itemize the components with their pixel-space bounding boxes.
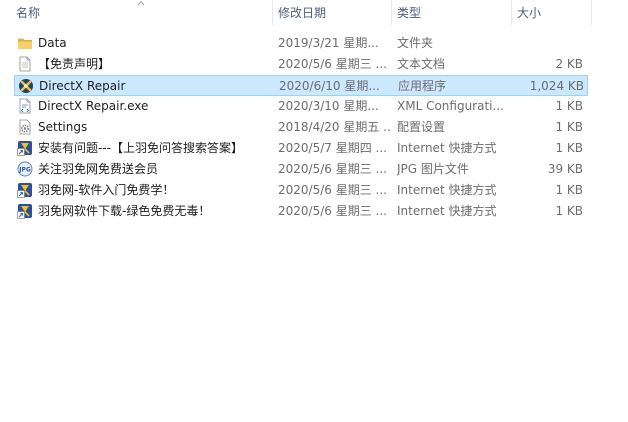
file-row[interactable]: DirectX Repair 2020/6/10 星期... 应用程序 1,024 K… <box>14 75 588 96</box>
file-date: 2020/5/6 星期三 ... <box>278 57 387 71</box>
column-divider[interactable] <box>591 0 592 25</box>
file-size: 1 KB <box>555 99 583 113</box>
file-date: 2018/4/20 星期五 ... <box>278 120 390 134</box>
file-name: Data <box>38 36 67 50</box>
folder-icon <box>17 35 33 51</box>
file-name: 羽免网软件下载-绿色免费无毒！ <box>38 204 211 218</box>
file-row[interactable]: 羽免网软件下载-绿色免费无毒！ 2020/5/6 星期三 ... Internet … <box>14 201 588 222</box>
file-size: 1 KB <box>555 183 583 197</box>
column-header-date-label: 修改日期 <box>278 6 327 20</box>
xml-file-icon <box>17 98 33 114</box>
directx-app-icon <box>18 78 34 94</box>
file-size: 1,024 KB <box>529 79 584 93</box>
file-size <box>509 33 583 54</box>
file-row[interactable]: 【免责声明】 2020/5/6 星期三 ... 文本文档 2 KB <box>14 54 588 75</box>
settings-file-icon <box>17 119 33 135</box>
file-row[interactable]: Data 2019/3/21 星期... 文件夹 <box>14 33 588 54</box>
internet-shortcut-icon <box>17 182 33 198</box>
column-header-date[interactable]: 修改日期 <box>272 0 392 25</box>
file-name: DirectX Repair.exe <box>38 99 149 113</box>
file-name: 羽免网-软件入门免费学！ <box>38 183 175 197</box>
internet-shortcut-icon <box>17 203 33 219</box>
column-header-size[interactable]: 大小 <box>511 0 591 25</box>
file-row[interactable]: DirectX Repair.exe 2020/3/10 星期... XML Con… <box>14 96 588 117</box>
file-size: 2 KB <box>555 57 583 71</box>
file-date: 2020/5/6 星期三 ... <box>278 204 387 218</box>
file-type: 文件夹 <box>397 36 434 50</box>
file-type: XML Configurati... <box>397 99 504 113</box>
sort-ascending-icon <box>137 0 145 6</box>
file-type: 应用程序 <box>398 79 447 93</box>
file-name: DirectX Repair <box>39 79 126 93</box>
file-type: JPG 图片文件 <box>397 162 469 176</box>
file-row[interactable]: Settings 2018/4/20 星期五 ... 配置设置 1 KB <box>14 117 588 138</box>
file-size: 1 KB <box>555 204 583 218</box>
file-date: 2020/3/10 星期... <box>278 99 379 113</box>
svg-text:JPG: JPG <box>18 167 31 174</box>
file-date: 2019/3/21 星期... <box>278 36 379 50</box>
file-date: 2020/5/7 星期四 ... <box>278 141 387 155</box>
column-header-name-label: 名称 <box>16 6 41 20</box>
text-file-icon <box>17 56 33 72</box>
column-header-size-label: 大小 <box>517 6 542 20</box>
file-type: Internet 快捷方式 <box>397 141 497 155</box>
file-size: 1 KB <box>555 120 583 134</box>
file-name: 安装有问题---【上羽免问答搜索答案】 <box>38 141 243 155</box>
internet-shortcut-icon <box>17 140 33 156</box>
column-header: 名称 修改日期 类型 大小 <box>0 0 628 25</box>
file-type: Internet 快捷方式 <box>397 183 497 197</box>
file-date: 2020/5/6 星期三 ... <box>278 183 387 197</box>
file-type: Internet 快捷方式 <box>397 204 497 218</box>
file-type: 文本文档 <box>397 57 446 71</box>
file-date: 2020/5/6 星期三 ... <box>278 162 387 176</box>
file-row[interactable]: JPG 关注羽免网免费送会员 2020/5/6 星期三 ... JPG 图片文件 39 … <box>14 159 588 180</box>
column-header-type[interactable]: 类型 <box>391 0 511 25</box>
jpg-file-icon: JPG <box>17 161 33 177</box>
file-type: 配置设置 <box>397 120 446 134</box>
file-name: Settings <box>38 120 88 134</box>
file-size: 1 KB <box>555 141 583 155</box>
file-date: 2020/6/10 星期... <box>279 79 380 93</box>
file-row[interactable]: 安装有问题---【上羽免问答搜索答案】 2020/5/7 星期四 ... Inter… <box>14 138 588 159</box>
file-row[interactable]: 羽免网-软件入门免费学！ 2020/5/6 星期三 ... Internet 快捷方… <box>14 180 588 201</box>
file-name: 关注羽免网免费送会员 <box>38 162 159 176</box>
file-size: 39 KB <box>547 162 583 176</box>
column-header-type-label: 类型 <box>397 6 422 20</box>
file-name: 【免责声明】 <box>38 57 111 71</box>
